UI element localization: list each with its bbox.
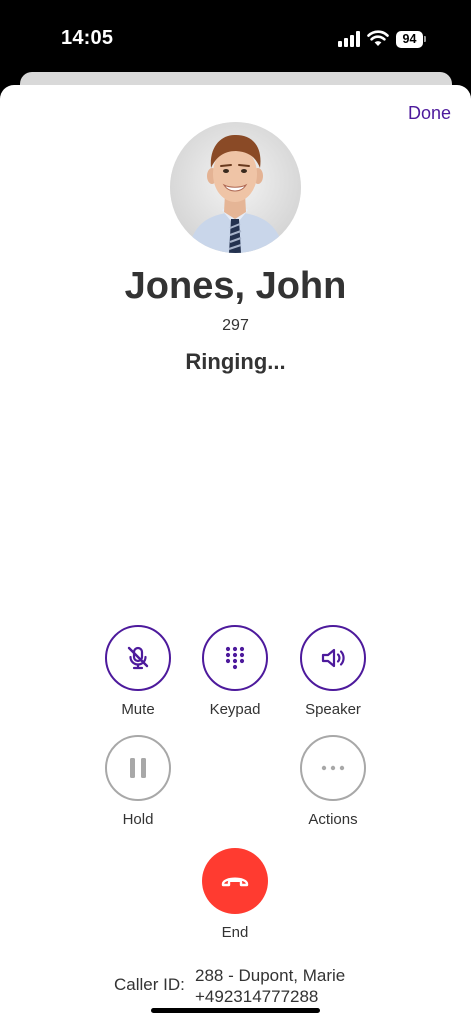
keypad-icon <box>225 646 245 670</box>
caller-id-number: +492314777288 <box>195 987 319 1006</box>
contact-extension: 297 <box>222 317 249 334</box>
hold-button[interactable] <box>105 735 171 801</box>
hold-label: Hold <box>122 811 154 828</box>
end-control: End <box>185 848 285 941</box>
actions-button[interactable] <box>300 735 366 801</box>
contact-photo <box>170 122 301 253</box>
speaker-button[interactable] <box>300 625 366 691</box>
call-sheet: Done Jones, John 297 Ringing... Mute Key… <box>0 85 471 1024</box>
contact-name: Jones, John <box>124 265 347 307</box>
speaker-icon <box>321 648 345 668</box>
wifi-icon <box>367 30 389 46</box>
hold-control: Hold <box>88 735 188 828</box>
avatar <box>170 122 301 253</box>
more-icon <box>321 765 345 771</box>
speaker-label: Speaker <box>305 701 361 718</box>
speaker-control: Speaker <box>283 625 383 718</box>
keypad-button[interactable] <box>202 625 268 691</box>
done-button[interactable]: Done <box>408 103 451 124</box>
keypad-label: Keypad <box>209 701 261 718</box>
pause-icon <box>130 758 146 778</box>
status-bar: 14:05 94 <box>0 0 471 80</box>
status-time: 14:05 <box>61 27 114 49</box>
keypad-control: Keypad <box>185 625 285 718</box>
actions-control: Actions <box>283 735 383 828</box>
call-status: Ringing... <box>185 349 286 374</box>
mute-control: Mute <box>88 625 188 718</box>
cellular-signal-icon <box>338 31 360 47</box>
caller-id-value[interactable]: 288 - Dupont, Marie +492314777288 <box>195 965 345 1007</box>
battery-icon: 94 <box>396 30 427 48</box>
end-call-button[interactable] <box>202 848 268 914</box>
caller-id-label: Caller ID: <box>114 975 185 994</box>
hang-up-icon <box>221 877 249 887</box>
end-label: End <box>221 924 249 941</box>
mute-label: Mute <box>121 701 155 718</box>
mute-button[interactable] <box>105 625 171 691</box>
caller-id-name: 288 - Dupont, Marie <box>195 966 346 985</box>
battery-level: 94 <box>396 30 423 48</box>
home-indicator <box>151 1008 320 1013</box>
mic-off-icon <box>127 646 149 670</box>
actions-label: Actions <box>308 811 358 828</box>
